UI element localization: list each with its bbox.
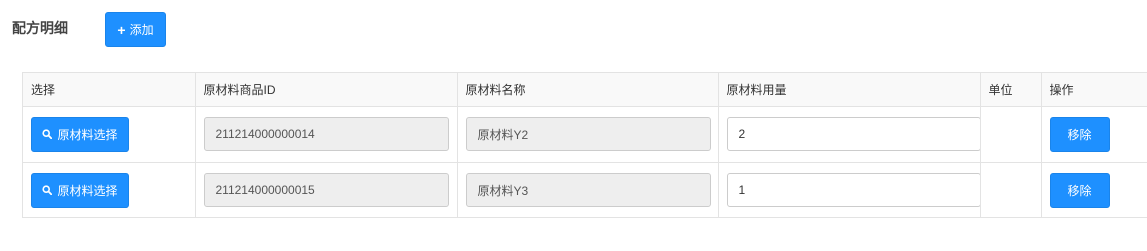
cell-material-id bbox=[195, 162, 458, 218]
cell-material-quantity bbox=[718, 106, 981, 163]
material-id-field[interactable] bbox=[203, 173, 449, 208]
cell-unit bbox=[980, 106, 1042, 163]
table-row: 原材料选择 移除 bbox=[23, 162, 1147, 218]
formula-detail-page: 配方明细 + 添加 选择 原材料商品ID 原材料名称 原材料用量 单位 操作 原… bbox=[0, 0, 1147, 251]
cell-material-quantity bbox=[718, 162, 981, 218]
formula-table-wrapper: 选择 原材料商品ID 原材料名称 原材料用量 单位 操作 原材料选择 21121… bbox=[22, 72, 1147, 218]
search-icon bbox=[42, 185, 53, 196]
cell-material-name bbox=[457, 162, 719, 218]
material-select-button[interactable]: 原材料选择 bbox=[31, 116, 129, 152]
header-unit: 单位 bbox=[980, 73, 1042, 107]
cell-material-id bbox=[195, 106, 458, 163]
section-title: 配方明细 bbox=[12, 20, 68, 36]
search-icon bbox=[42, 129, 53, 139]
header-actions: 操作 bbox=[1041, 73, 1147, 107]
cell-select: 原材料选择 bbox=[23, 106, 196, 163]
header-select: 选择 bbox=[23, 73, 196, 107]
material-name-field[interactable] bbox=[465, 173, 711, 208]
add-button-label: 添加 bbox=[129, 23, 154, 37]
cell-unit bbox=[980, 162, 1042, 218]
header-material-quantity: 原材料用量 bbox=[718, 73, 981, 107]
table-header-row: 选择 原材料商品ID 原材料名称 原材料用量 单位 操作 bbox=[23, 73, 1147, 107]
formula-table: 选择 原材料商品ID 原材料名称 原材料用量 单位 操作 原材料选择 21121… bbox=[23, 73, 1147, 218]
plus-icon: + bbox=[117, 21, 126, 38]
cell-actions: 移除 bbox=[1041, 106, 1147, 163]
cell-actions: 移除 bbox=[1041, 162, 1147, 218]
header-material-id: 原材料商品ID bbox=[195, 73, 458, 107]
remove-button[interactable]: 移除 bbox=[1049, 172, 1110, 208]
cell-material-name bbox=[457, 106, 719, 163]
material-name-field[interactable] bbox=[465, 117, 711, 151]
material-quantity-input[interactable] bbox=[726, 173, 981, 208]
table-row: 原材料选择 移除 bbox=[23, 106, 1147, 163]
material-select-label: 原材料选择 bbox=[57, 127, 118, 142]
cell-select: 原材料选择 bbox=[23, 162, 196, 218]
material-select-label: 原材料选择 bbox=[57, 183, 118, 198]
material-quantity-input[interactable] bbox=[726, 117, 981, 151]
material-select-button[interactable]: 原材料选择 bbox=[31, 172, 129, 208]
add-button[interactable]: + 添加 bbox=[105, 12, 166, 47]
material-id-field[interactable] bbox=[203, 117, 449, 151]
remove-button[interactable]: 移除 bbox=[1049, 116, 1110, 152]
header-material-name: 原材料名称 bbox=[457, 73, 719, 107]
